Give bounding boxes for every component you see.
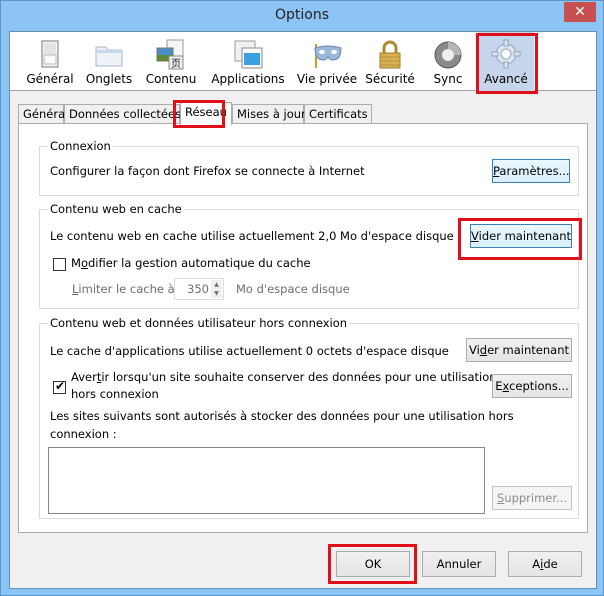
pane-label: Vie privée [296,72,358,86]
connection-description: Configurer la façon dont Firefox se conn… [50,164,365,178]
spin-arrows-icon[interactable]: ▲ ▼ [211,280,222,298]
connection-group: Connexion Configurer la façon dont Firef… [39,139,579,196]
padlock-icon [379,40,401,69]
highlight-network-tab [173,100,225,128]
svg-text:页: 页 [171,58,181,70]
remove-site-button[interactable]: Supprimer... [492,486,572,510]
warn-offline-checkbox[interactable]: ✔ [53,379,66,394]
highlight-advanced-pane [476,33,538,94]
allowed-sites-list[interactable] [48,447,485,514]
connection-legend: Connexion [48,139,113,153]
general-switch-icon [41,40,59,68]
cache-limit-spinbox[interactable]: 350 ▲ ▼ [174,278,224,300]
pane-label: Contenu [145,72,197,86]
clear-appcache-button[interactable]: Vider maintenant [466,338,572,362]
tab-certificates[interactable]: Certificats [304,104,372,124]
sync-icon [434,41,462,69]
tab-data-choices[interactable]: Données collectées [64,104,181,124]
highlight-ok-button [328,544,417,584]
content-page-icon: 页 [156,39,184,70]
cache-limit-label: Limiter le cache à [72,282,175,296]
offline-legend: Contenu web et données utilisateur hors … [48,316,350,330]
override-cache-label: Modifier la gestion automatique du cache [71,256,311,270]
override-cache-checkbox[interactable] [53,258,66,271]
pane-label: Onglets [85,72,133,86]
exceptions-button[interactable]: Exceptions... [492,374,572,398]
pane-content[interactable]: 页 Contenu [140,32,202,91]
network-tab-panel: Connexion Configurer la façon dont Firef… [18,123,588,533]
connection-settings-button[interactable]: Paramètres... [492,159,570,183]
cache-usage-text: Le contenu web en cache utilise actuelle… [50,229,454,243]
highlight-clear-cache-button [458,218,582,260]
tab-general[interactable]: Général [18,104,68,124]
pane-label: Général [26,72,74,86]
pane-label: Sync [433,72,463,86]
privacy-mask-icon [314,44,342,68]
applications-icon [234,40,263,69]
cache-limit-value: 350 [187,282,209,296]
allowed-sites-label-line2: connexion : [50,427,117,441]
options-window: Options ✕ Général Onglets 页 Contenu Appl… [0,0,604,596]
pane-applications[interactable]: Applications [206,32,290,91]
help-button[interactable]: Aide [508,551,582,577]
cancel-button[interactable]: Annuler [422,551,496,577]
close-icon: ✕ [574,4,586,20]
close-button[interactable]: ✕ [564,2,596,22]
pane-sync[interactable]: Sync [420,32,476,91]
tab-updates[interactable]: Mises à jour [232,104,306,124]
cache-limit-unit: Mo d'espace disque [236,282,350,296]
window-title: Options [274,7,330,23]
title-bar[interactable]: Options ✕ [1,1,603,31]
warn-offline-label-line2: hors connexion [71,387,159,401]
pane-security[interactable]: Sécurité [364,32,416,91]
allowed-sites-label-line1: Les sites suivants sont autorisés à stoc… [50,409,514,423]
pane-tabs[interactable]: Onglets [82,32,136,91]
pane-general[interactable]: Général [18,32,82,91]
offline-group: Contenu web et données utilisateur hors … [39,316,579,519]
folder-tabs-icon [95,46,123,67]
checkmark-icon: ✔ [55,379,66,393]
dialog-client: Général Onglets 页 Contenu Applications V… [9,31,597,589]
appcache-usage-text: Le cache d'applications utilise actuelle… [50,344,449,358]
web-cache-legend: Contenu web en cache [48,202,184,216]
pane-label: Sécurité [365,72,415,86]
pane-privacy[interactable]: Vie privée [292,32,362,91]
pane-label: Applications [211,72,285,86]
warn-offline-label-line1: Avertir lorsqu'un site souhaite conserve… [71,370,497,384]
